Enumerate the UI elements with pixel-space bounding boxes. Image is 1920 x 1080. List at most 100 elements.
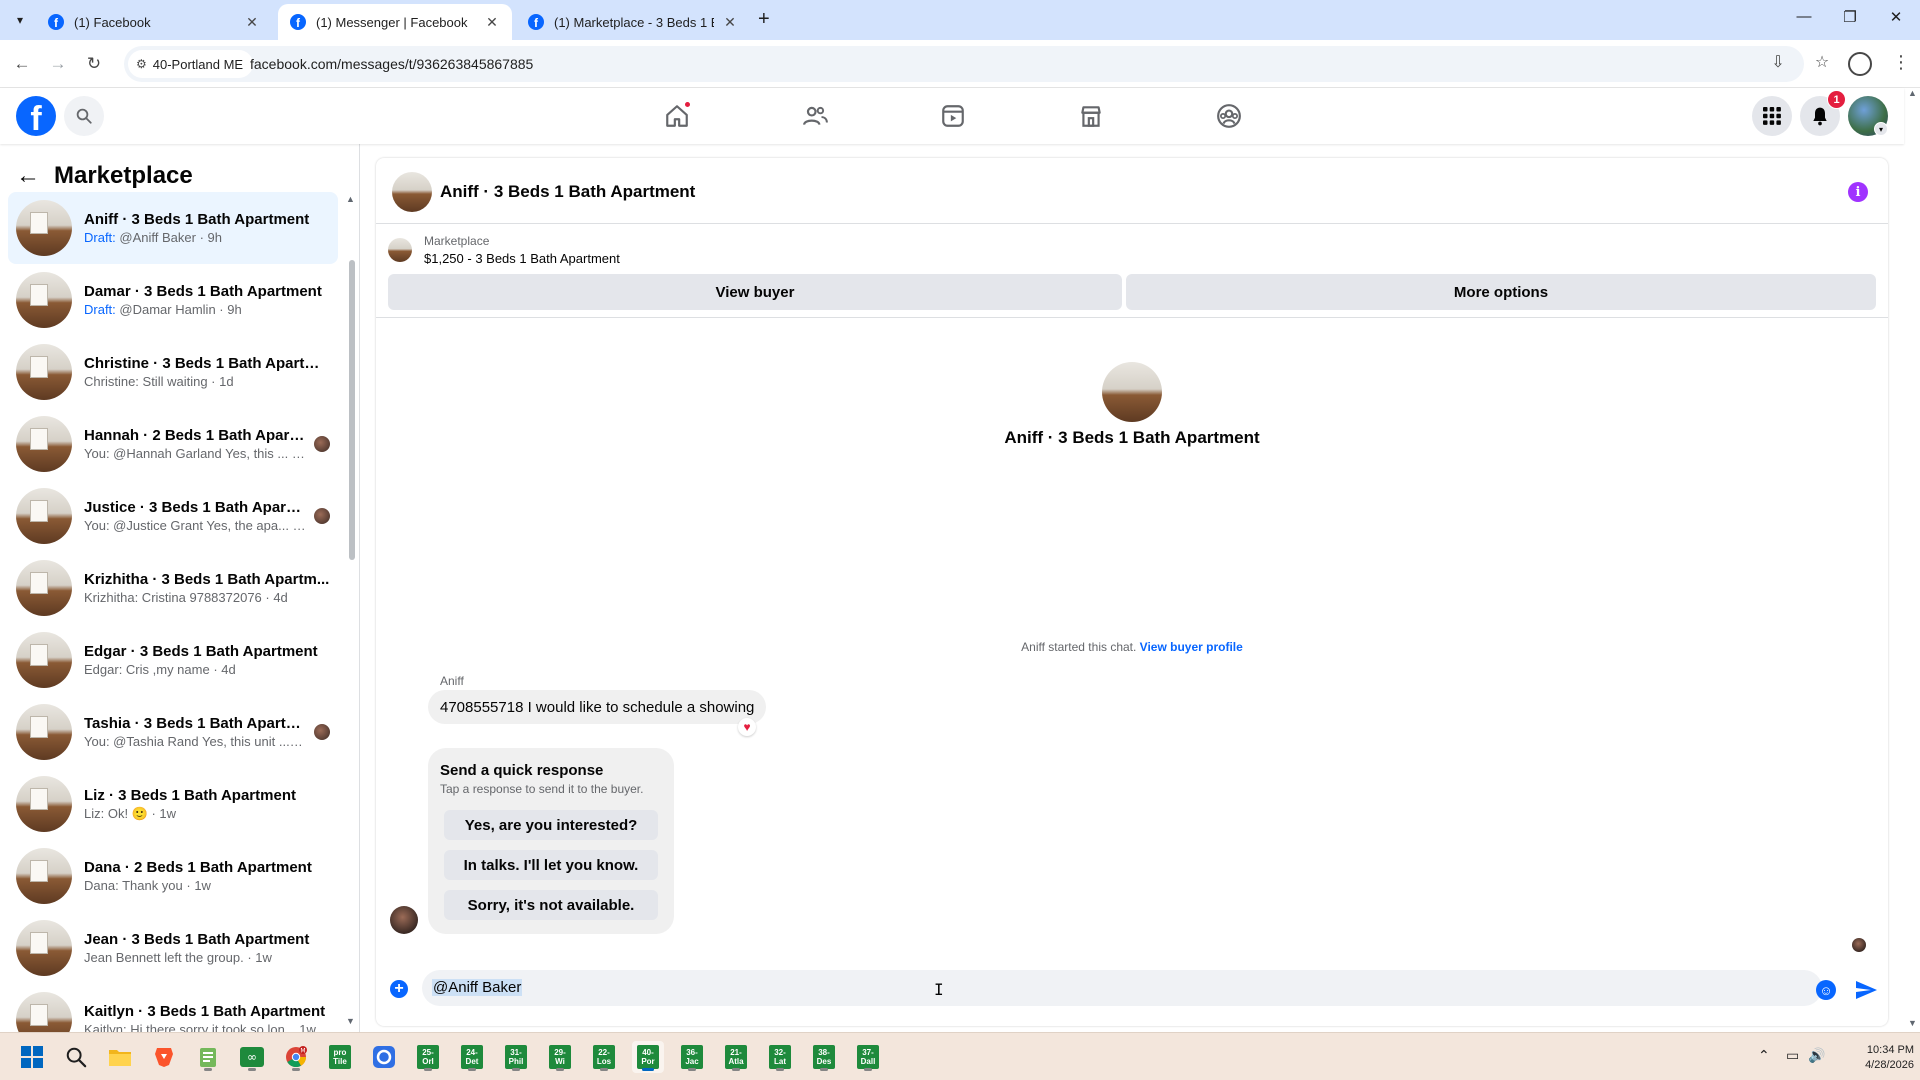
conversation-item[interactable]: Krizhitha · 3 Beds 1 Bath Apartm... Krizh… — [8, 552, 338, 624]
message-input-value[interactable]: @Aniff Baker — [432, 979, 523, 996]
conversation-avatar[interactable] — [392, 172, 432, 212]
taskbar-tile-app[interactable]: 22- Los — [588, 1041, 620, 1073]
back-icon[interactable]: ← — [10, 52, 34, 76]
brave-browser-icon[interactable] — [148, 1041, 180, 1073]
conversation-item[interactable]: Justice · 3 Beds 1 Bath Apartm... You: @J… — [8, 480, 338, 552]
taskbar-tile-app[interactable]: 40- Por — [632, 1041, 664, 1073]
conversation-item[interactable]: Dana · 2 Beds 1 Bath Apartment Dana: Than… — [8, 840, 338, 912]
message-input[interactable]: @Aniff Baker — [422, 970, 1822, 1006]
conversation-item[interactable]: Jean · 3 Beds 1 Bath Apartment Jean Benne… — [8, 912, 338, 984]
taskbar-tile-app[interactable]: 31- Phil — [500, 1041, 532, 1073]
close-tab-icon[interactable]: ✕ — [722, 14, 738, 31]
sidebar-scrollbar[interactable] — [348, 260, 356, 830]
browser-menu-icon[interactable]: ⋮ — [1892, 52, 1910, 73]
system-clock[interactable]: 10:34 PM 4/28/2026 — [1834, 1043, 1914, 1073]
minimize-icon[interactable]: — — [1792, 8, 1816, 25]
taskbar-search[interactable] — [60, 1041, 92, 1073]
reload-icon[interactable]: ↻ — [82, 52, 106, 76]
conversation-snippet: Christine: Still waiting · 1d — [84, 374, 330, 390]
file-explorer-icon[interactable] — [104, 1041, 136, 1073]
back-arrow-icon[interactable]: ← — [16, 162, 40, 190]
chrome-icon[interactable]: M — [280, 1041, 312, 1073]
info-icon[interactable]: i — [1848, 182, 1868, 202]
start-button[interactable] — [16, 1041, 48, 1073]
conversation-name: Liz · 3 Beds 1 Bath Apartment — [84, 787, 296, 804]
url-text[interactable]: facebook.com/messages/t/936263845867885 — [250, 56, 533, 72]
close-tab-icon[interactable]: ✕ — [244, 14, 260, 31]
new-tab-icon[interactable]: + — [758, 8, 770, 31]
nav-home[interactable] — [621, 96, 733, 136]
notifications-button[interactable]: 1 — [1800, 90, 1846, 136]
message-bubble[interactable]: 4708555718 I would like to schedule a sh… — [428, 690, 767, 724]
buyer-avatar[interactable] — [390, 906, 418, 934]
menu-grid-icon[interactable] — [1752, 96, 1792, 136]
taskbar-tile-app[interactable]: 24- Det — [456, 1041, 488, 1073]
nav-video[interactable] — [897, 96, 1009, 136]
conversation-item[interactable]: Hannah · 2 Beds 1 Bath Apart... You: @Han… — [8, 408, 338, 480]
taskbar-tile-app[interactable]: 36- Jac — [676, 1041, 708, 1073]
message-sender: Aniff — [440, 674, 464, 688]
more-options-button[interactable]: More options — [1126, 274, 1876, 310]
browser-profile-icon[interactable] — [1848, 52, 1872, 76]
page-scroll-up-icon[interactable]: ▲ — [1908, 88, 1917, 98]
conversation-item[interactable]: Tashia · 3 Beds 1 Bath Apartm... You: @Ta… — [8, 696, 338, 768]
scroll-down-arrow-icon[interactable]: ▼ — [346, 1016, 355, 1026]
browser-tab-marketplace[interactable]: f (1) Marketplace - 3 Beds 1 Bath ✕ — [516, 4, 750, 40]
facebook-logo-icon[interactable]: f — [16, 96, 56, 136]
show-hidden-icons-chevron-icon[interactable]: ⌃ — [1758, 1047, 1770, 1064]
nav-marketplace[interactable] — [1035, 96, 1147, 136]
account-chevron-down-icon[interactable]: ▾ — [1874, 122, 1888, 136]
taskbar-tile-app[interactable]: 25- Orl — [412, 1041, 444, 1073]
listing-price[interactable]: $1,250 - 3 Beds 1 Bath Apartment — [424, 251, 620, 266]
conversation-item[interactable]: Liz · 3 Beds 1 Bath Apartment Liz: Ok! 🙂 … — [8, 768, 338, 840]
browser-tab-facebook[interactable]: f (1) Facebook ✕ — [36, 4, 272, 40]
taskbar-tile-app[interactable]: 29- Wi — [544, 1041, 576, 1073]
circle-app-icon[interactable] — [368, 1041, 400, 1073]
listing-thumbnail[interactable] — [388, 238, 412, 262]
taskbar-tile-app[interactable]: 21- Atla — [720, 1041, 752, 1073]
taskbar-tile-app[interactable]: 32- Lat — [764, 1041, 796, 1073]
view-buyer-button[interactable]: View buyer — [388, 274, 1122, 310]
quick-response-in-talks-button[interactable]: In talks. I'll let you know. — [444, 850, 658, 880]
nav-friends[interactable] — [759, 96, 871, 136]
address-bar[interactable]: ⚙ 40-Portland ME facebook.com/messages/t… — [124, 46, 1829, 82]
volume-icon[interactable]: 🔊 — [1808, 1047, 1825, 1064]
close-window-icon[interactable]: ✕ — [1884, 8, 1908, 26]
scrollbar-thumb[interactable] — [349, 260, 355, 560]
site-info-chip[interactable]: ⚙ 40-Portland ME — [128, 50, 254, 78]
browser-tab-messenger[interactable]: f (1) Messenger | Facebook ✕ — [278, 4, 512, 40]
page-scroll-down-icon[interactable]: ▼ — [1908, 1018, 1917, 1028]
bookmark-star-icon[interactable]: ☆ — [1810, 52, 1834, 72]
network-icon[interactable]: ▭ — [1786, 1047, 1799, 1064]
conversation-item[interactable]: Kaitlyn · 3 Beds 1 Bath Apartment Kaitlyn… — [8, 984, 338, 1032]
snippet-text: Jean Bennett left the group. · 1w — [84, 950, 272, 965]
quick-response-yes-button[interactable]: Yes, are you interested? — [444, 810, 658, 840]
tab-search-icon[interactable]: ▾ — [8, 8, 32, 32]
restore-icon[interactable]: ❐ — [1838, 8, 1862, 26]
more-actions-plus-icon[interactable]: + — [390, 980, 408, 998]
protile-app-icon[interactable]: pro Tile — [324, 1041, 356, 1073]
notepad-icon[interactable] — [192, 1041, 224, 1073]
conversation-item[interactable]: Aniff · 3 Beds 1 Bath Apartment Draft: @A… — [8, 192, 338, 264]
message-composer: + @Aniff Baker I ☺ — [376, 964, 1888, 1014]
forward-icon[interactable]: → — [46, 52, 70, 76]
page-scrollbar[interactable]: ▲ ▼ — [1904, 88, 1920, 1032]
infinity-app-icon[interactable]: ∞ — [236, 1041, 268, 1073]
taskbar-tile-app[interactable]: 37- Dall — [852, 1041, 884, 1073]
heart-reaction-icon[interactable]: ♥ — [738, 718, 756, 736]
conversation-text: Krizhitha · 3 Beds 1 Bath Apartm... Krizh… — [84, 570, 330, 606]
conversation-item[interactable]: Edgar · 3 Beds 1 Bath Apartment Edgar: Cr… — [8, 624, 338, 696]
chat-title[interactable]: Aniff · 3 Beds 1 Bath Apartment — [440, 182, 695, 202]
install-app-icon[interactable]: ⇩ — [1766, 52, 1790, 72]
close-tab-icon[interactable]: ✕ — [484, 14, 500, 31]
view-buyer-profile-link[interactable]: View buyer profile — [1140, 640, 1243, 654]
conversation-item[interactable]: Christine · 3 Beds 1 Bath Apartm... Chris… — [8, 336, 338, 408]
emoji-icon[interactable]: ☺ — [1816, 980, 1836, 1000]
nav-groups[interactable] — [1173, 96, 1285, 136]
taskbar-tile-app[interactable]: 38- Des — [808, 1041, 840, 1073]
quick-response-not-available-button[interactable]: Sorry, it's not available. — [444, 890, 658, 920]
conversation-item[interactable]: Damar · 3 Beds 1 Bath Apartment Draft: @D… — [8, 264, 338, 336]
scroll-up-arrow-icon[interactable]: ▲ — [346, 194, 355, 204]
send-icon[interactable] — [1854, 978, 1878, 1002]
search-icon[interactable] — [64, 96, 104, 136]
